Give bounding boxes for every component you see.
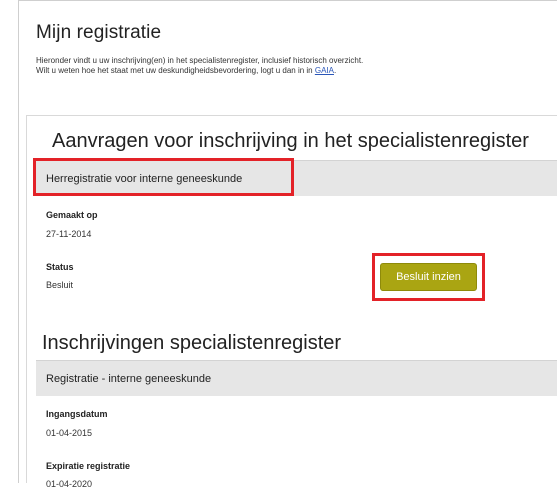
created-value: 27-11-2014 bbox=[46, 229, 92, 239]
gaia-link[interactable]: GAIA bbox=[315, 66, 334, 75]
registrations-band: Registratie - interne geneeskunde bbox=[36, 360, 557, 396]
page-title: Mijn registratie bbox=[36, 22, 162, 43]
view-decision-button[interactable]: Besluit inzien bbox=[380, 263, 477, 291]
created-label: Gemaakt op bbox=[46, 210, 98, 220]
registrations-heading: Inschrijvingen specialistenregister bbox=[42, 332, 342, 354]
requests-heading: Aanvragen voor inschrijving in het speci… bbox=[52, 130, 529, 152]
expiry-value: 01-04-2020 bbox=[46, 479, 93, 489]
start-date-label: Ingangsdatum bbox=[46, 409, 108, 419]
intro-line-2: Wilt u weten hoe het staat met uw deskun… bbox=[36, 66, 363, 76]
status-value: Besluit bbox=[46, 280, 74, 290]
intro-line-2-suffix: . bbox=[333, 66, 337, 75]
intro-line-2-text: Wilt u weten hoe het staat met uw deskun… bbox=[36, 66, 315, 75]
intro-text: Hieronder vindt u uw inschrijving(en) in… bbox=[36, 56, 363, 76]
status-label: Status bbox=[46, 262, 74, 272]
start-date-value: 01-04-2015 bbox=[46, 428, 93, 438]
highlight-band bbox=[33, 158, 294, 196]
expiry-label: Expiratie registratie bbox=[46, 461, 131, 471]
registrations-band-label: Registratie - interne geneeskunde bbox=[46, 372, 212, 385]
intro-line-1: Hieronder vindt u uw inschrijving(en) in… bbox=[36, 56, 364, 65]
